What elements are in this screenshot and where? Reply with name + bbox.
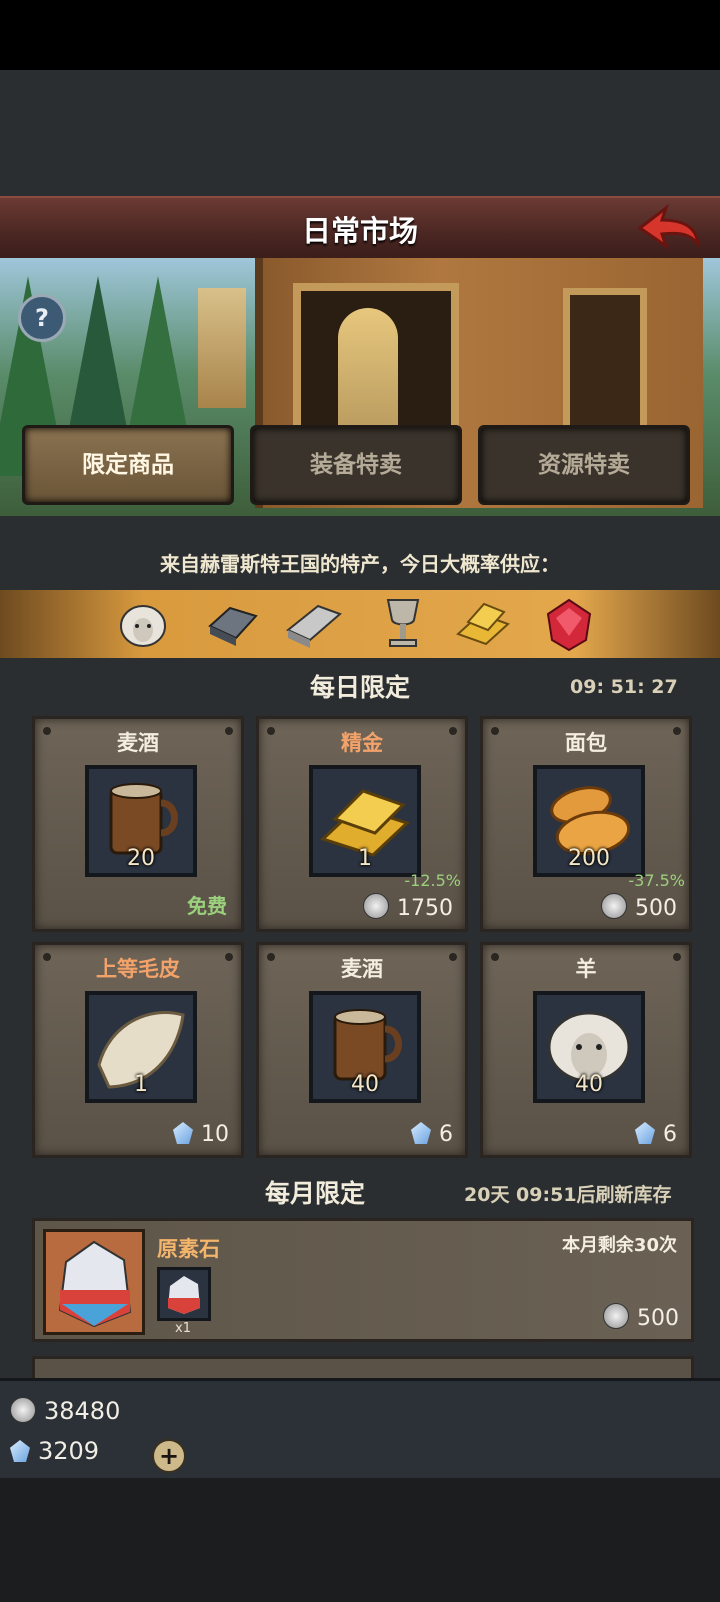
- supply-title: 来自赫雷斯特王国的特产，今日大概率供应：: [160, 552, 560, 576]
- back-arrow-icon[interactable]: [632, 204, 702, 250]
- item-name: 麦酒: [117, 731, 159, 755]
- price-free-label: 免费: [187, 894, 227, 918]
- price: 6: [635, 1122, 677, 1147]
- reward-quantity: x1: [175, 1321, 191, 1336]
- item-slot: 200: [533, 765, 645, 877]
- ruby-icon: [546, 598, 592, 652]
- item-slot: 1: [85, 991, 197, 1103]
- item-quantity: 40: [575, 1072, 603, 1097]
- price: 1750: [363, 893, 453, 921]
- discount-label: -12.5%: [404, 871, 461, 890]
- item-quantity: 200: [568, 846, 610, 871]
- item-name: 原素石: [157, 1237, 220, 1261]
- silver-coin-icon: [363, 893, 389, 919]
- item-quantity: 40: [351, 1072, 379, 1097]
- gold-bars-icon: [456, 602, 510, 646]
- item-quantity: 1: [358, 846, 372, 871]
- crystal-gem-icon: [411, 1122, 431, 1144]
- price: 500: [601, 893, 677, 921]
- gem-value: 3209: [38, 1437, 100, 1465]
- item-name: 麦酒: [341, 957, 383, 981]
- price-value: 6: [663, 1122, 677, 1147]
- item-slot: 20: [85, 765, 197, 877]
- price-value: 1750: [397, 896, 453, 921]
- daily-item-card[interactable]: 上等毛皮 1 10: [32, 942, 244, 1158]
- add-gems-button[interactable]: +: [152, 1439, 186, 1473]
- price-value: 500: [637, 1306, 679, 1331]
- monthly-refresh-timer: 20天 09:51后刷新库存: [464, 1184, 672, 1206]
- item-slot: 40: [309, 991, 421, 1103]
- silver-coin-icon: [10, 1397, 36, 1423]
- banner-flag: [198, 288, 246, 408]
- nav-bar-area: [0, 1478, 720, 1602]
- price-value: 500: [635, 896, 677, 921]
- help-icon[interactable]: ?: [18, 294, 66, 342]
- item-slot: 1: [309, 765, 421, 877]
- daily-item-card[interactable]: 精金 1 -12.5% 1750: [256, 716, 468, 932]
- iron-ingot-icon: [208, 606, 258, 646]
- daily-item-card[interactable]: 面包 200 -37.5% 500: [480, 716, 692, 932]
- remaining-count: 本月剩余30次: [561, 1235, 677, 1256]
- price: 500: [603, 1303, 679, 1331]
- resource-bar: 38480 3209 +: [0, 1378, 720, 1481]
- daily-item-card[interactable]: 麦酒 40 6: [256, 942, 468, 1158]
- monthly-item-row[interactable]: 原素石 本月剩余30次 x1 500: [32, 1218, 694, 1342]
- tab-bar: 限定商品 装备特卖 资源特卖: [0, 425, 720, 505]
- silver-ingot-icon: [286, 604, 342, 648]
- price-value: 10: [201, 1122, 229, 1147]
- sheep-icon: [120, 605, 166, 647]
- item-slot: 40: [533, 991, 645, 1103]
- daily-item-card[interactable]: 羊 40 6: [480, 942, 692, 1158]
- item-slot: [43, 1229, 145, 1335]
- silver-coin-icon: [603, 1303, 629, 1329]
- price: 6: [411, 1122, 453, 1147]
- supply-strip: [0, 590, 720, 658]
- item-name: 面包: [565, 731, 607, 755]
- tab-equipment[interactable]: 装备特卖: [250, 425, 462, 505]
- page-title: 日常市场: [301, 214, 418, 248]
- crystal-gem-icon: [10, 1440, 30, 1462]
- silver-coin-icon: [601, 893, 627, 919]
- status-bar: [0, 0, 720, 70]
- price: 10: [173, 1122, 229, 1147]
- item-name: 精金: [341, 731, 383, 755]
- item-quantity: 20: [127, 846, 155, 871]
- header: 日常市场: [0, 196, 720, 263]
- price-value: 6: [439, 1122, 453, 1147]
- daily-timer: 09: 51: 27: [570, 676, 678, 698]
- crystal-gem-icon: [173, 1122, 193, 1144]
- reward-slot: [157, 1267, 211, 1321]
- coin-value: 38480: [44, 1397, 121, 1425]
- goblet-icon: [386, 599, 420, 647]
- discount-label: -37.5%: [628, 871, 685, 890]
- element-stone-icon: [168, 1276, 200, 1314]
- gem-balance: 3209: [10, 1437, 99, 1465]
- coin-balance: 38480: [10, 1397, 120, 1425]
- tab-resources[interactable]: 资源特卖: [478, 425, 690, 505]
- tab-limited[interactable]: 限定商品: [22, 425, 234, 505]
- element-stone-icon: [58, 1240, 132, 1328]
- crystal-gem-icon: [635, 1122, 655, 1144]
- daily-item-card[interactable]: 麦酒 20 免费: [32, 716, 244, 932]
- item-quantity: 1: [134, 1072, 148, 1097]
- item-name: 上等毛皮: [96, 957, 180, 981]
- item-name: 羊: [575, 957, 597, 981]
